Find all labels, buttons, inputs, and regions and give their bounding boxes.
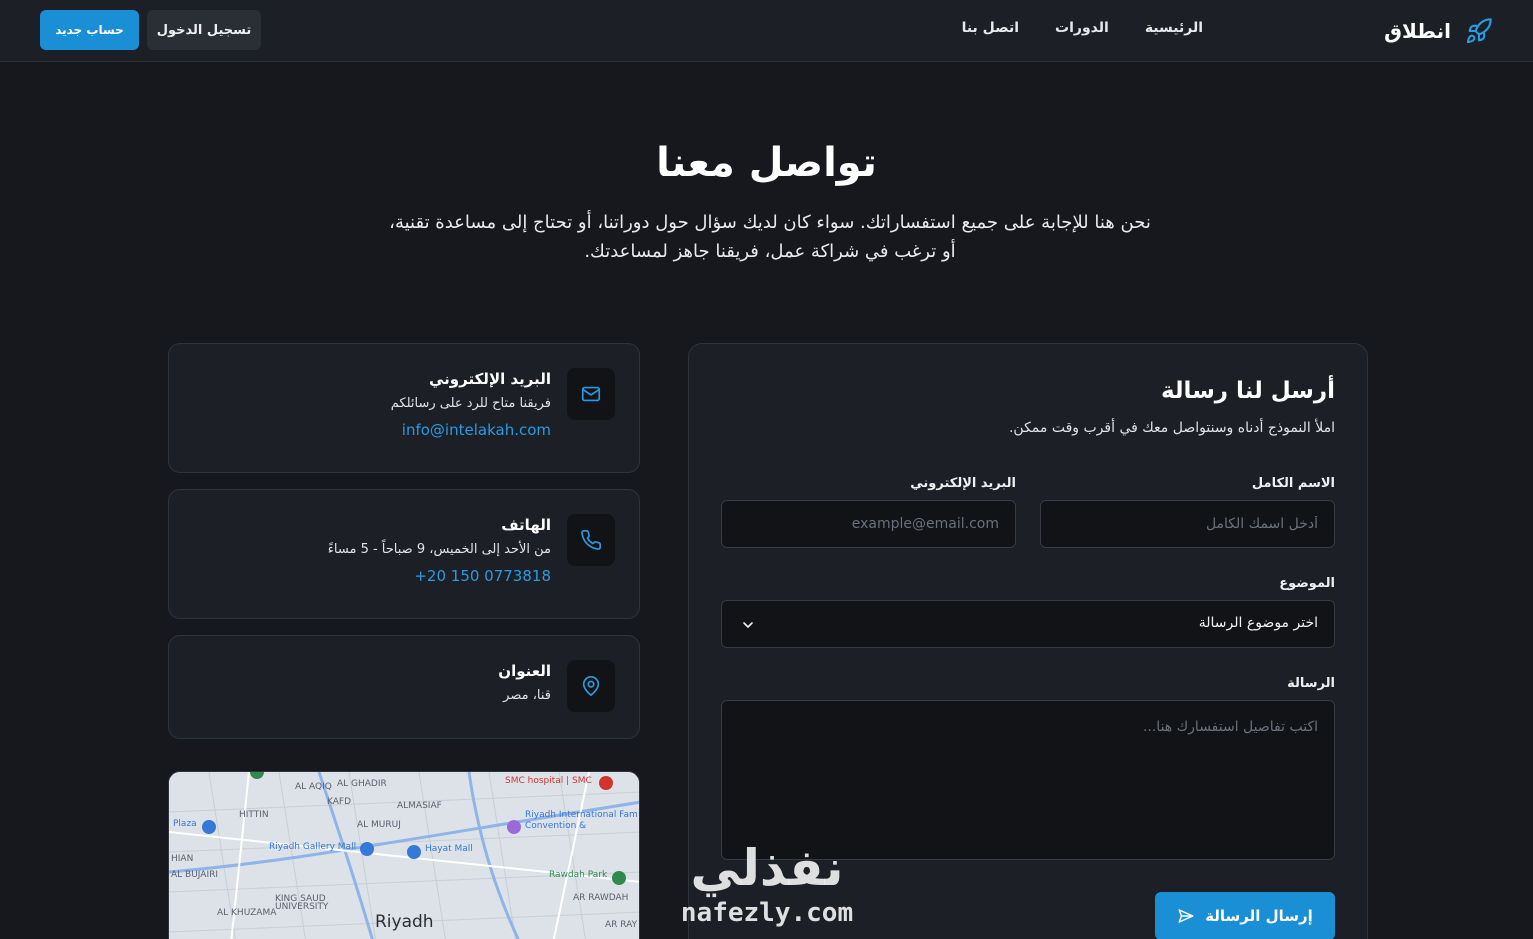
brand-name: انطلاق [1384, 19, 1451, 43]
subject-select[interactable]: اختر موضوع الرسالة [721, 600, 1335, 648]
map-label: Hayat Mall [425, 844, 473, 854]
nav-links: الرئيسية الدورات اتصل بنا [962, 20, 1203, 36]
address-info-card: العنوان قنا، مصر [168, 635, 640, 739]
message-label: الرسالة [1287, 676, 1335, 691]
subject-label: الموضوع [1279, 576, 1335, 591]
email-link[interactable]: info@intelakah.com [391, 421, 551, 439]
map-city-label: Riyadh [375, 912, 434, 932]
email-info-text: البريد الإلكتروني فريقنا متاح للرد على ر… [391, 370, 551, 439]
address-info-desc: قنا، مصر [503, 688, 551, 703]
phone-info-title: الهاتف [501, 516, 551, 534]
map-label: Riyadh Gallery Mall [269, 842, 357, 852]
address-info-title: العنوان [498, 662, 551, 680]
map-label: AL BUJAIRI [171, 870, 219, 880]
map-label: ALMASIAF [397, 801, 442, 811]
map-pin-icon [582, 676, 600, 696]
rocket-icon [1466, 18, 1492, 44]
map-label: KAFD [327, 797, 352, 807]
register-button[interactable]: حساب جديد [40, 10, 139, 50]
form-title: أرسل لنا رسالة [1160, 378, 1335, 404]
name-label: الاسم الكامل [1251, 476, 1335, 491]
phone-info-card: الهاتف من الأحد إلى الخميس، 9 صباحاً - 5… [168, 489, 640, 619]
navbar: انطلاق الرئيسية الدورات اتصل بنا تسجيل ا… [0, 0, 1533, 62]
map-label: Plaza [173, 819, 197, 829]
map-label: Convention & [525, 821, 587, 831]
phone-info-desc: من الأحد إلى الخميس، 9 صباحاً - 5 مساءً [327, 542, 551, 557]
map-label: AL AQIQ [295, 782, 332, 792]
chevron-down-icon [743, 622, 753, 628]
map-label: AL KHUZAMA [217, 908, 277, 918]
brand[interactable]: انطلاق [1384, 15, 1493, 47]
address-icon-box [567, 660, 615, 712]
send-icon [1178, 909, 1194, 923]
nav-link-home[interactable]: الرئيسية [1145, 20, 1203, 36]
map-label: AL GHADIR [337, 779, 387, 789]
email-info-card: البريد الإلكتروني فريقنا متاح للرد على ر… [168, 343, 640, 473]
email-label: البريد الإلكتروني [910, 476, 1016, 491]
send-message-button[interactable]: إرسال الرسالة [1155, 892, 1335, 939]
subject-select-value: اختر موضوع الرسالة [1198, 615, 1318, 631]
address-info-text: العنوان قنا، مصر [498, 662, 551, 713]
form-subtitle: املأ النموذج أدناه وسنتواصل معك في أقرب … [1008, 420, 1335, 436]
email-info-title: البريد الإلكتروني [429, 370, 551, 388]
phone-link[interactable]: +20 150 0773818 [328, 567, 551, 585]
map-label: AR RAWDAH [573, 893, 629, 903]
map-label: Riyadh International Fam [525, 810, 638, 820]
map-label: UNIVERSITY [275, 902, 329, 912]
map-label: Rawdah Park [549, 870, 608, 880]
map-label: SMC hospital | SMC [505, 776, 592, 786]
message-textarea[interactable] [721, 700, 1335, 860]
name-input[interactable] [1040, 500, 1335, 548]
nav-link-contact[interactable]: اتصل بنا [962, 20, 1019, 36]
send-button-label: إرسال الرسالة [1205, 907, 1313, 925]
map-label: HIAN [171, 854, 194, 864]
email-icon-box [567, 368, 615, 420]
login-button[interactable]: تسجيل الدخول [147, 10, 261, 50]
nav-link-courses[interactable]: الدورات [1055, 20, 1109, 36]
map-label: AR RAY [605, 920, 638, 930]
email-input[interactable] [721, 500, 1016, 548]
phone-icon-box [567, 514, 615, 566]
email-info-desc: فريقنا متاح للرد على رسائلكم [390, 396, 551, 411]
phone-icon [581, 530, 601, 550]
map-label: AL MURUJ [357, 820, 401, 830]
contact-form-card: أرسل لنا رسالة املأ النموذج أدناه وسنتوا… [688, 343, 1368, 939]
mail-icon [581, 386, 601, 402]
phone-info-text: الهاتف من الأحد إلى الخميس، 9 صباحاً - 5… [328, 516, 551, 585]
page-subtitle: نحن هنا للإجابة على جميع استفساراتك. سوا… [389, 212, 1151, 262]
location-map[interactable]: AL AQIQ AL GHADIR SMC hospital | SMC HIT… [168, 771, 640, 939]
page-title: تواصل معنا [656, 140, 877, 186]
map-label: HITTIN [239, 810, 269, 820]
